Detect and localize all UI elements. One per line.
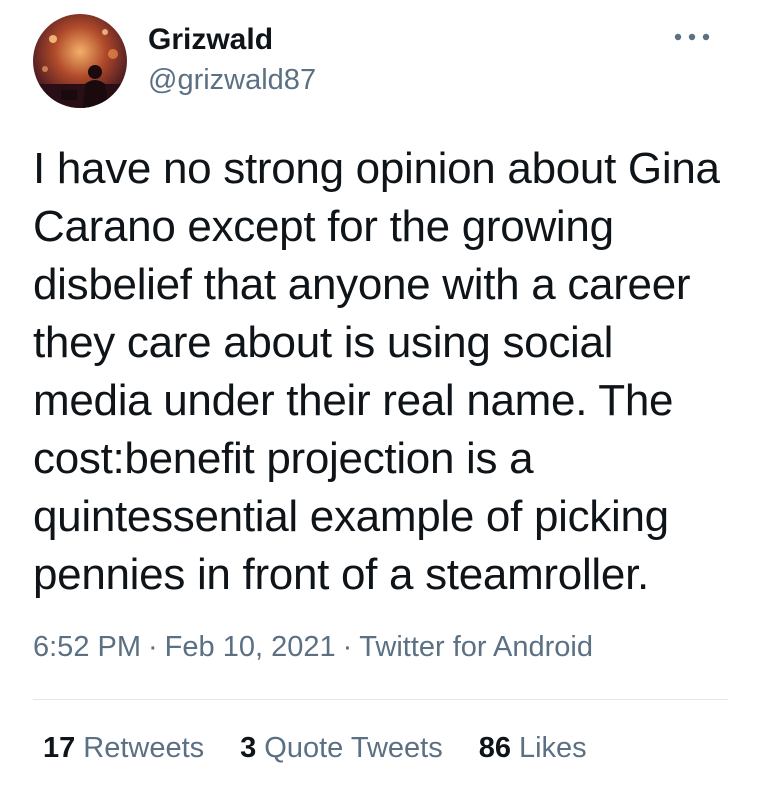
likes-count: 86 <box>478 732 511 764</box>
divider <box>33 699 728 700</box>
quote-tweets-stat[interactable]: 3 Quote Tweets <box>240 730 443 766</box>
more-horizontal-icon <box>674 33 710 41</box>
more-options-button[interactable] <box>662 20 722 56</box>
user-avatar[interactable] <box>33 14 127 108</box>
user-handle[interactable]: @grizwald87 <box>148 63 316 97</box>
likes-label: Likes <box>518 732 587 764</box>
retweets-count: 17 <box>43 732 76 764</box>
likes-stat[interactable]: 86 Likes <box>479 730 587 766</box>
retweets-stat[interactable]: 17 Retweets <box>43 730 204 766</box>
tweet-date[interactable]: Feb 10, 2021 <box>165 631 336 663</box>
display-name[interactable]: Grizwald <box>148 22 273 58</box>
meta-separator: · <box>342 631 353 663</box>
tweet-source[interactable]: Twitter for Android <box>359 631 593 663</box>
retweets-label: Retweets <box>83 732 205 764</box>
meta-separator: · <box>148 631 158 663</box>
tweet-metadata: 6:52 PM · Feb 10, 2021 · Twitter for Android <box>33 629 593 665</box>
tweet-text: I have no strong opinion about Gina Cara… <box>33 144 720 599</box>
quote-tweets-label: Quote Tweets <box>264 732 443 764</box>
tweet-time[interactable]: 6:52 PM <box>33 631 141 663</box>
quote-tweets-count: 3 <box>240 732 257 764</box>
tweet: Grizwald @grizwald87 I have no strong op… <box>0 0 760 793</box>
avatar-photo-icon <box>33 14 127 108</box>
tweet-stats: 17 Retweets 3 Quote Tweets 86 Likes <box>43 730 587 766</box>
